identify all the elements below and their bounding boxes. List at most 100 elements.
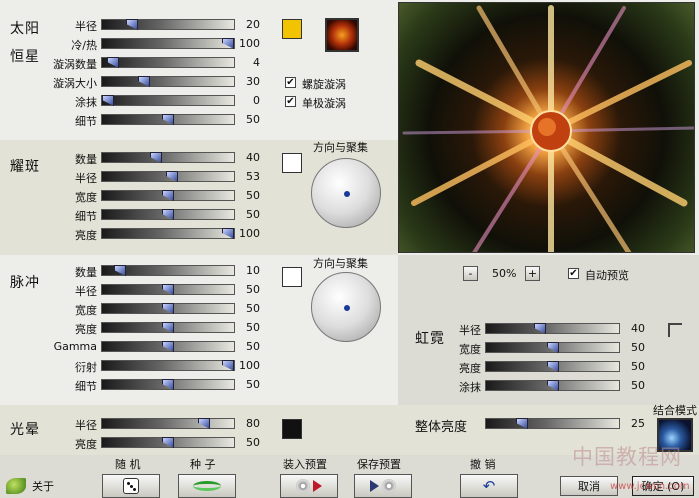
pulse-direction-dial[interactable] <box>311 272 381 342</box>
zoom-value: 50% <box>492 267 517 280</box>
slider-thumb[interactable] <box>162 341 174 352</box>
slider-track[interactable] <box>101 379 235 390</box>
preview-image[interactable] <box>398 2 695 253</box>
slider-label: 数量 <box>75 153 97 166</box>
slider-thumb[interactable] <box>198 418 210 429</box>
slider-value: 100 <box>239 359 260 372</box>
slider-track[interactable] <box>101 322 235 333</box>
seed-button[interactable] <box>178 474 236 498</box>
slider-track[interactable] <box>101 76 235 87</box>
leaf-icon <box>6 478 26 494</box>
flare-direction-dial[interactable] <box>311 158 381 228</box>
slider-track[interactable] <box>485 342 620 353</box>
slider-thumb[interactable] <box>162 190 174 201</box>
wave-icon <box>193 481 221 491</box>
slider-track[interactable] <box>485 323 620 334</box>
slider-label: 亮度 <box>75 323 97 336</box>
slider-value: 50 <box>631 341 645 354</box>
cancel-label: 取消 <box>578 480 600 493</box>
slider-thumb[interactable] <box>162 284 174 295</box>
slider-track[interactable] <box>101 418 235 429</box>
slider-track[interactable] <box>101 190 235 201</box>
slider-thumb[interactable] <box>162 303 174 314</box>
auto-preview-label: 自动预览 <box>585 269 629 282</box>
slider-value: 50 <box>246 283 260 296</box>
slider-label: 涂抹 <box>459 381 481 394</box>
auto-preview-checkbox[interactable]: ✔ <box>568 268 579 279</box>
slider-thumb[interactable] <box>162 114 174 125</box>
slider-track[interactable] <box>101 284 235 295</box>
slider-track[interactable] <box>101 303 235 314</box>
sun-texture-thumbnail[interactable] <box>325 18 359 52</box>
slider-label: 衍射 <box>75 361 97 374</box>
slider-thumb[interactable] <box>102 95 114 106</box>
spiral-vortex-label: 螺旋漩涡 <box>302 78 346 91</box>
cancel-button[interactable]: 取消 <box>560 476 618 496</box>
flare-rays <box>402 5 694 252</box>
slider-track[interactable] <box>101 95 235 106</box>
slider-label: 细节 <box>75 115 97 128</box>
slider-thumb[interactable] <box>107 57 119 68</box>
slider-track[interactable] <box>101 38 235 49</box>
undo-button[interactable]: ↶ <box>460 474 518 498</box>
slider-label: 亮度 <box>75 229 97 242</box>
slider-track[interactable] <box>101 114 235 125</box>
slider-thumb[interactable] <box>547 361 559 372</box>
slider-track[interactable] <box>101 341 235 352</box>
slider-thumb[interactable] <box>138 76 150 87</box>
slider-track[interactable] <box>101 171 235 182</box>
slider-thumb[interactable] <box>162 437 174 448</box>
ok-label: 确定 (O) <box>641 480 685 493</box>
slider-track[interactable] <box>101 360 235 371</box>
slider-label: 宽度 <box>75 304 97 317</box>
slider-thumb[interactable] <box>162 209 174 220</box>
slider-track[interactable] <box>101 265 235 276</box>
dial-center-dot <box>344 191 350 197</box>
slider-track[interactable] <box>101 152 235 163</box>
slider-thumb[interactable] <box>547 342 559 353</box>
unipolar-vortex-label: 单极漩涡 <box>302 97 346 110</box>
load-preset-button[interactable] <box>280 474 338 498</box>
slider-thumb[interactable] <box>547 380 559 391</box>
slider-value: 53 <box>246 170 260 183</box>
slider-thumb[interactable] <box>162 379 174 390</box>
slider-track[interactable] <box>101 209 235 220</box>
slider-thumb[interactable] <box>162 322 174 333</box>
slider-thumb[interactable] <box>534 323 546 334</box>
slider-thumb[interactable] <box>126 19 138 30</box>
zoom-out-button[interactable]: - <box>463 266 478 281</box>
random-button[interactable] <box>102 474 160 498</box>
slider-track[interactable] <box>101 19 235 30</box>
slider-label: 亮度 <box>75 438 97 451</box>
overall-brightness-label: 整体亮度 <box>415 420 468 435</box>
overall-brightness-slider[interactable] <box>485 418 620 429</box>
slider-track[interactable] <box>101 228 235 239</box>
flare-color-swatch[interactable] <box>282 153 302 173</box>
blend-mode-thumbnail[interactable] <box>657 418 693 452</box>
slider-thumb[interactable] <box>150 152 162 163</box>
dice-icon <box>123 478 139 494</box>
play-right-icon <box>313 480 322 492</box>
slider-label: 半径 <box>75 419 97 432</box>
unipolar-vortex-checkbox[interactable]: ✔ <box>285 96 296 107</box>
slider-thumb[interactable] <box>166 171 178 182</box>
slider-thumb[interactable] <box>516 418 528 429</box>
ok-button[interactable]: 确定 (O) <box>632 476 694 496</box>
slider-thumb[interactable] <box>114 265 126 276</box>
pulse-color-swatch[interactable] <box>282 267 302 287</box>
slider-label: 半径 <box>75 285 97 298</box>
save-preset-button[interactable] <box>354 474 412 498</box>
zoom-in-label: + <box>527 267 538 280</box>
slider-track[interactable] <box>101 57 235 68</box>
about-button[interactable]: 关于 <box>6 478 54 494</box>
slider-track[interactable] <box>485 380 620 391</box>
sun-color-swatch[interactable] <box>282 19 302 39</box>
load-preset-caption: 装入预置 <box>283 458 327 471</box>
halo-color-swatch[interactable] <box>282 419 302 439</box>
about-label: 关于 <box>32 480 54 493</box>
slider-track[interactable] <box>485 361 620 372</box>
disc-icon <box>382 479 396 493</box>
spiral-vortex-checkbox[interactable]: ✔ <box>285 77 296 88</box>
slider-track[interactable] <box>101 437 235 448</box>
zoom-in-button[interactable]: + <box>525 266 540 281</box>
